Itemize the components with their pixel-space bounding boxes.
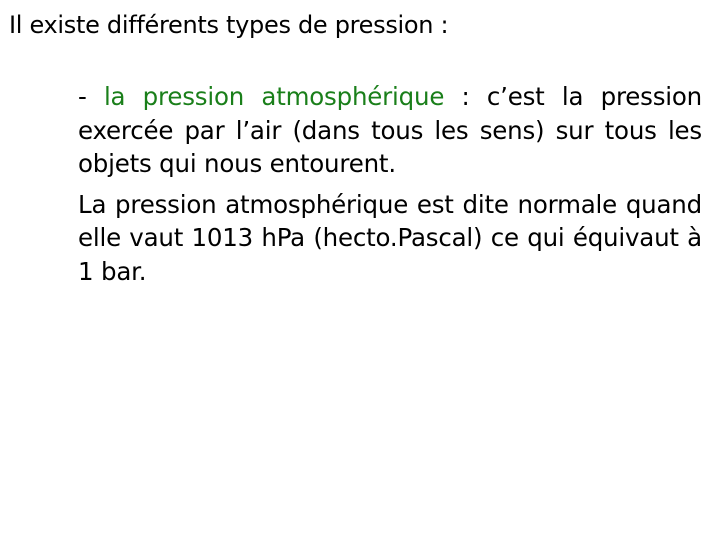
bullet-dash: - bbox=[78, 82, 104, 111]
slide-title: Il existe différents types de pression : bbox=[9, 11, 449, 39]
slide-body: - la pression atmosphérique : c’est la p… bbox=[78, 80, 702, 288]
definition-paragraph: - la pression atmosphérique : c’est la p… bbox=[78, 80, 702, 181]
highlighted-term: la pression atmosphérique bbox=[103, 82, 445, 111]
normal-pressure-paragraph: La pression atmosphérique est dite norma… bbox=[78, 189, 702, 286]
